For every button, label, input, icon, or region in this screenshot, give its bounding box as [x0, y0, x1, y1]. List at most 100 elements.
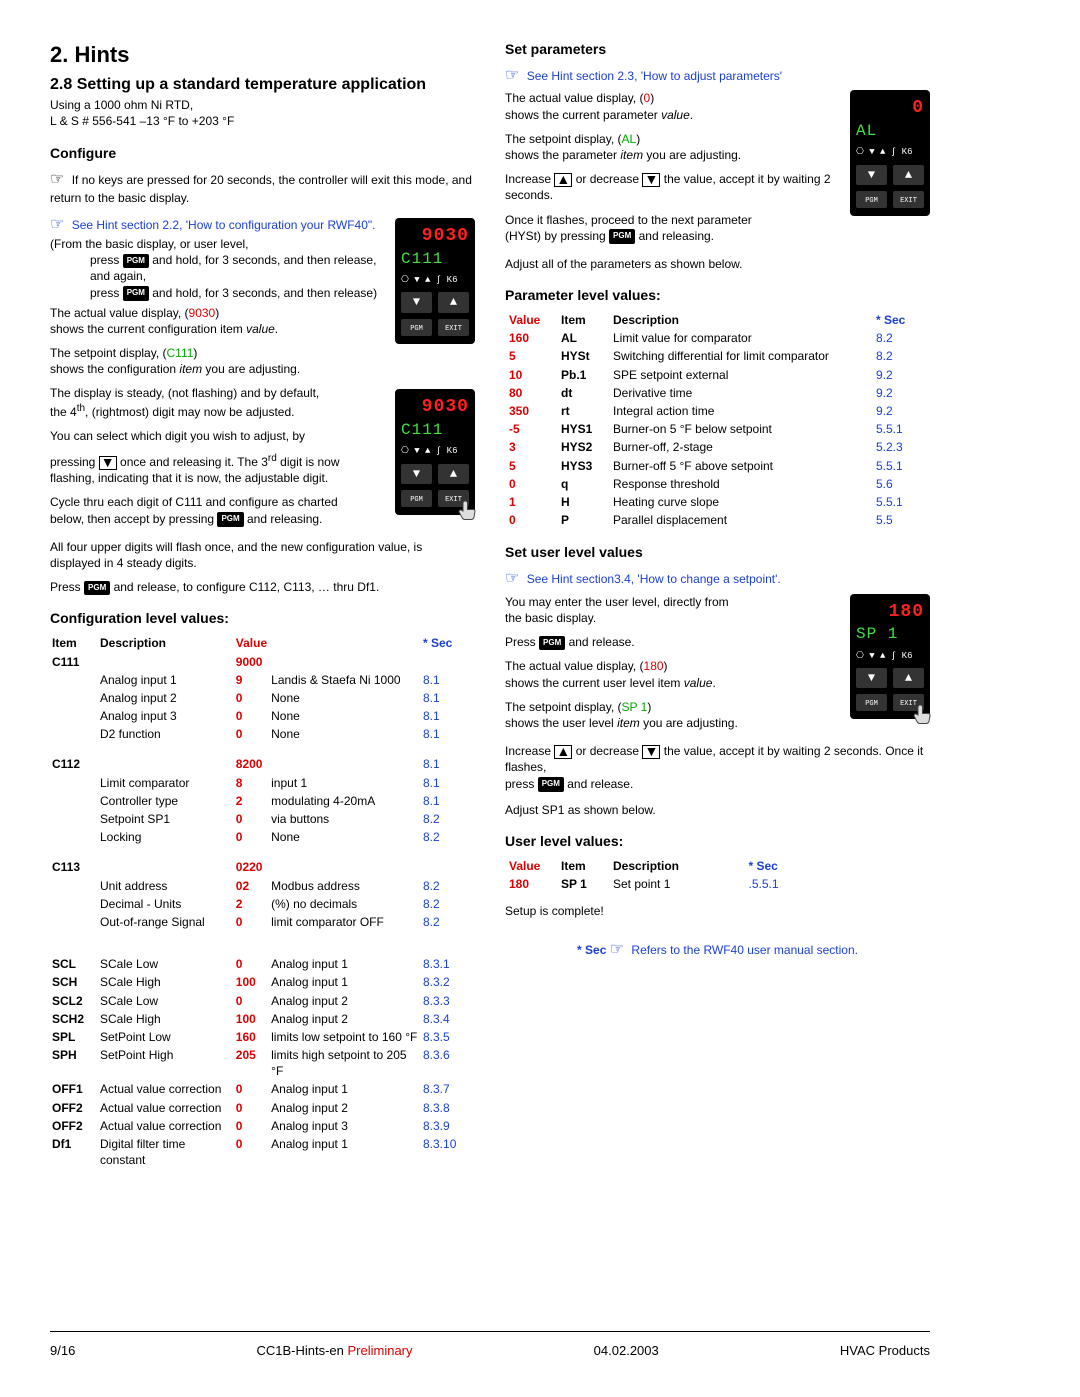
table-row: SCL2SCale Low0Analog input 28.3.3	[50, 992, 475, 1010]
user-level-heading: User level values:	[505, 832, 930, 851]
down-triangle-icon: ▼	[642, 173, 660, 187]
param-level-table: Value Item Description * Sec 160ALLimit …	[505, 311, 930, 529]
configure-heading: Configure	[50, 144, 475, 163]
page-footer: 9/16 CC1B-Hints-en Preliminary 04.02.200…	[50, 1331, 930, 1360]
exit-button: EXIT	[893, 191, 924, 208]
pgm-icon: PGM	[539, 636, 565, 651]
table-row: Limit comparator8input 18.1	[50, 774, 475, 792]
finger-press-icon	[910, 703, 934, 727]
down-button: ▼	[856, 668, 887, 688]
param-level-heading: Parameter level values:	[505, 286, 930, 305]
table-row: SPLSetPoint Low160limits low setpoint to…	[50, 1028, 475, 1046]
table-row: -5HYS1Burner-on 5 °F below setpoint5.5.1	[505, 420, 930, 438]
table-row: 1HHeating curve slope5.5.1	[505, 493, 930, 511]
left-column: 2. Hints 2.8 Setting up a standard tempe…	[50, 40, 475, 1169]
footer-date: 04.02.2003	[594, 1342, 659, 1360]
sp-adjust-all: Adjust all of the parameters as shown be…	[505, 256, 930, 272]
controller-image-config-1: 9030 C111 ⎔ ▼ ▲ ∫ K6 ▼ ▲ PGM EXIT	[395, 218, 475, 344]
user-level-table: Value Item Description * Sec 180SP 1Set …	[505, 857, 803, 893]
pgm-button: PGM	[401, 319, 432, 336]
table-row: Locking0None8.2	[50, 828, 475, 846]
table-row: 5HYS3Burner-off 5 °F above setpoint5.5.1	[505, 457, 930, 475]
table-row: SCHSCale High100Analog input 18.3.2	[50, 973, 475, 991]
table-row: D2 function0None8.1	[50, 725, 475, 743]
pgm-icon: PGM	[217, 512, 243, 527]
pgm-button: PGM	[856, 694, 887, 711]
table-row: 350rtIntegral action time9.2	[505, 402, 930, 420]
table-row: Df1Digital filter time constant0Analog i…	[50, 1135, 475, 1169]
up-triangle-icon: ▲	[554, 173, 572, 187]
pgm-icon: PGM	[609, 229, 635, 244]
pgm-icon: PGM	[538, 777, 564, 792]
press-release-note: Press PGM and release, to configure C112…	[50, 579, 475, 595]
set-user-level-heading: Set user level values	[505, 543, 930, 562]
setpoint-note: The setpoint display, (C111) shows the c…	[50, 345, 475, 377]
table-row: Analog input 20None8.1	[50, 689, 475, 707]
table-row: OFF1Actual value correction0Analog input…	[50, 1080, 475, 1098]
up-button: ▲	[893, 165, 924, 185]
table-row: SCH2SCale High100Analog input 28.3.4	[50, 1010, 475, 1028]
config-level-heading: Configuration level values:	[50, 609, 475, 628]
down-triangle-icon: ▼	[642, 745, 660, 759]
down-triangle-icon: ▼	[99, 456, 117, 470]
sul-adjust: Adjust SP1 as shown below.	[505, 802, 930, 818]
table-row: 180SP 1Set point 1.5.5.1	[505, 875, 803, 893]
set-params-link[interactable]: ☞ See Hint section 2.3, 'How to adjust p…	[505, 65, 930, 87]
table-row: 80dtDerivative time9.2	[505, 384, 930, 402]
configure-note: ☞ If no keys are pressed for 20 seconds,…	[50, 169, 475, 207]
sec-note: * Sec ☞ Refers to the RWF40 user manual …	[505, 939, 930, 961]
table-row: C1119000	[50, 653, 475, 671]
controller-image-userlevel: 180 SP 1 ⎔ ▼ ▲ ∫ K6 ▼ ▲ PGM EXIT	[850, 594, 930, 720]
table-row: 10Pb.1SPE setpoint external9.2	[505, 366, 930, 384]
controller-image-params: 0 AL ⎔ ▼ ▲ ∫ K6 ▼ ▲ PGM EXIT	[850, 90, 930, 216]
table-row: Out-of-range Signal0limit comparator OFF…	[50, 913, 475, 931]
config-level-table: Item Description Value * Sec C1119000Ana…	[50, 634, 475, 1169]
table-row: Unit address02Modbus address8.2	[50, 877, 475, 895]
table-row: OFF2Actual value correction0Analog input…	[50, 1099, 475, 1117]
pointing-hand-icon: ☞	[610, 941, 624, 958]
controller-image-config-2: 9030 C111 ⎔ ▼ ▲ ∫ K6 ▼ ▲ PGM EXIT	[395, 389, 475, 515]
section-title: 2.8 Setting up a standard temperature ap…	[50, 74, 475, 96]
pgm-button: PGM	[401, 490, 432, 507]
table-row: SPHSetPoint High205limits high setpoint …	[50, 1046, 475, 1080]
set-params-heading: Set parameters	[505, 40, 930, 59]
footer-doc: CC1B-Hints-en Preliminary	[256, 1342, 412, 1360]
pointing-hand-icon: ☞	[505, 570, 519, 587]
intro-text: Using a 1000 ohm Ni RTD, L & S # 556-541…	[50, 97, 475, 129]
setup-complete: Setup is complete!	[505, 903, 930, 919]
table-row: SCLSCale Low0Analog input 18.3.1	[50, 955, 475, 973]
set-user-level-link[interactable]: ☞ See Hint section3.4, 'How to change a …	[505, 568, 930, 590]
pgm-icon: PGM	[123, 286, 149, 301]
sp-proceed: Once it flashes, proceed to the next par…	[505, 212, 930, 244]
table-row: C1130220	[50, 858, 475, 876]
flash-note: All four upper digits will flash once, a…	[50, 539, 475, 571]
table-row: Controller type2modulating 4-20mA8.1	[50, 792, 475, 810]
footer-page: 9/16	[50, 1342, 75, 1360]
pgm-button: PGM	[856, 191, 887, 208]
table-row: 160ALLimit value for comparator8.2	[505, 329, 930, 347]
up-button: ▲	[893, 668, 924, 688]
exit-button: EXIT	[438, 319, 469, 336]
table-row: Analog input 19Landis & Staefa Ni 10008.…	[50, 671, 475, 689]
up-button: ▲	[438, 292, 469, 312]
right-column: Set parameters ☞ See Hint section 2.3, '…	[505, 40, 930, 1169]
pointing-hand-icon: ☞	[505, 67, 519, 84]
table-row: C11282008.1	[50, 755, 475, 773]
sul-incdec: Increase ▲ or decrease ▼ the value, acce…	[505, 743, 930, 792]
down-button: ▼	[401, 464, 432, 484]
table-row: 3HYS2Burner-off, 2-stage5.2.3	[505, 438, 930, 456]
up-button: ▲	[438, 464, 469, 484]
down-button: ▼	[401, 292, 432, 312]
table-row: 5HYStSwitching differential for limit co…	[505, 347, 930, 365]
pointing-hand-icon: ☞	[50, 171, 64, 188]
table-row: 0PParallel displacement5.5	[505, 511, 930, 529]
table-row: Decimal - Units2(%) no decimals8.2	[50, 895, 475, 913]
table-row: Setpoint SP10via buttons8.2	[50, 810, 475, 828]
pointing-hand-icon: ☞	[50, 216, 64, 233]
chapter-title: 2. Hints	[50, 40, 475, 70]
pgm-icon: PGM	[123, 254, 149, 269]
pgm-icon: PGM	[84, 581, 110, 596]
footer-brand: HVAC Products	[840, 1342, 930, 1360]
up-triangle-icon: ▲	[554, 745, 572, 759]
table-row: 0qResponse threshold5.6	[505, 475, 930, 493]
